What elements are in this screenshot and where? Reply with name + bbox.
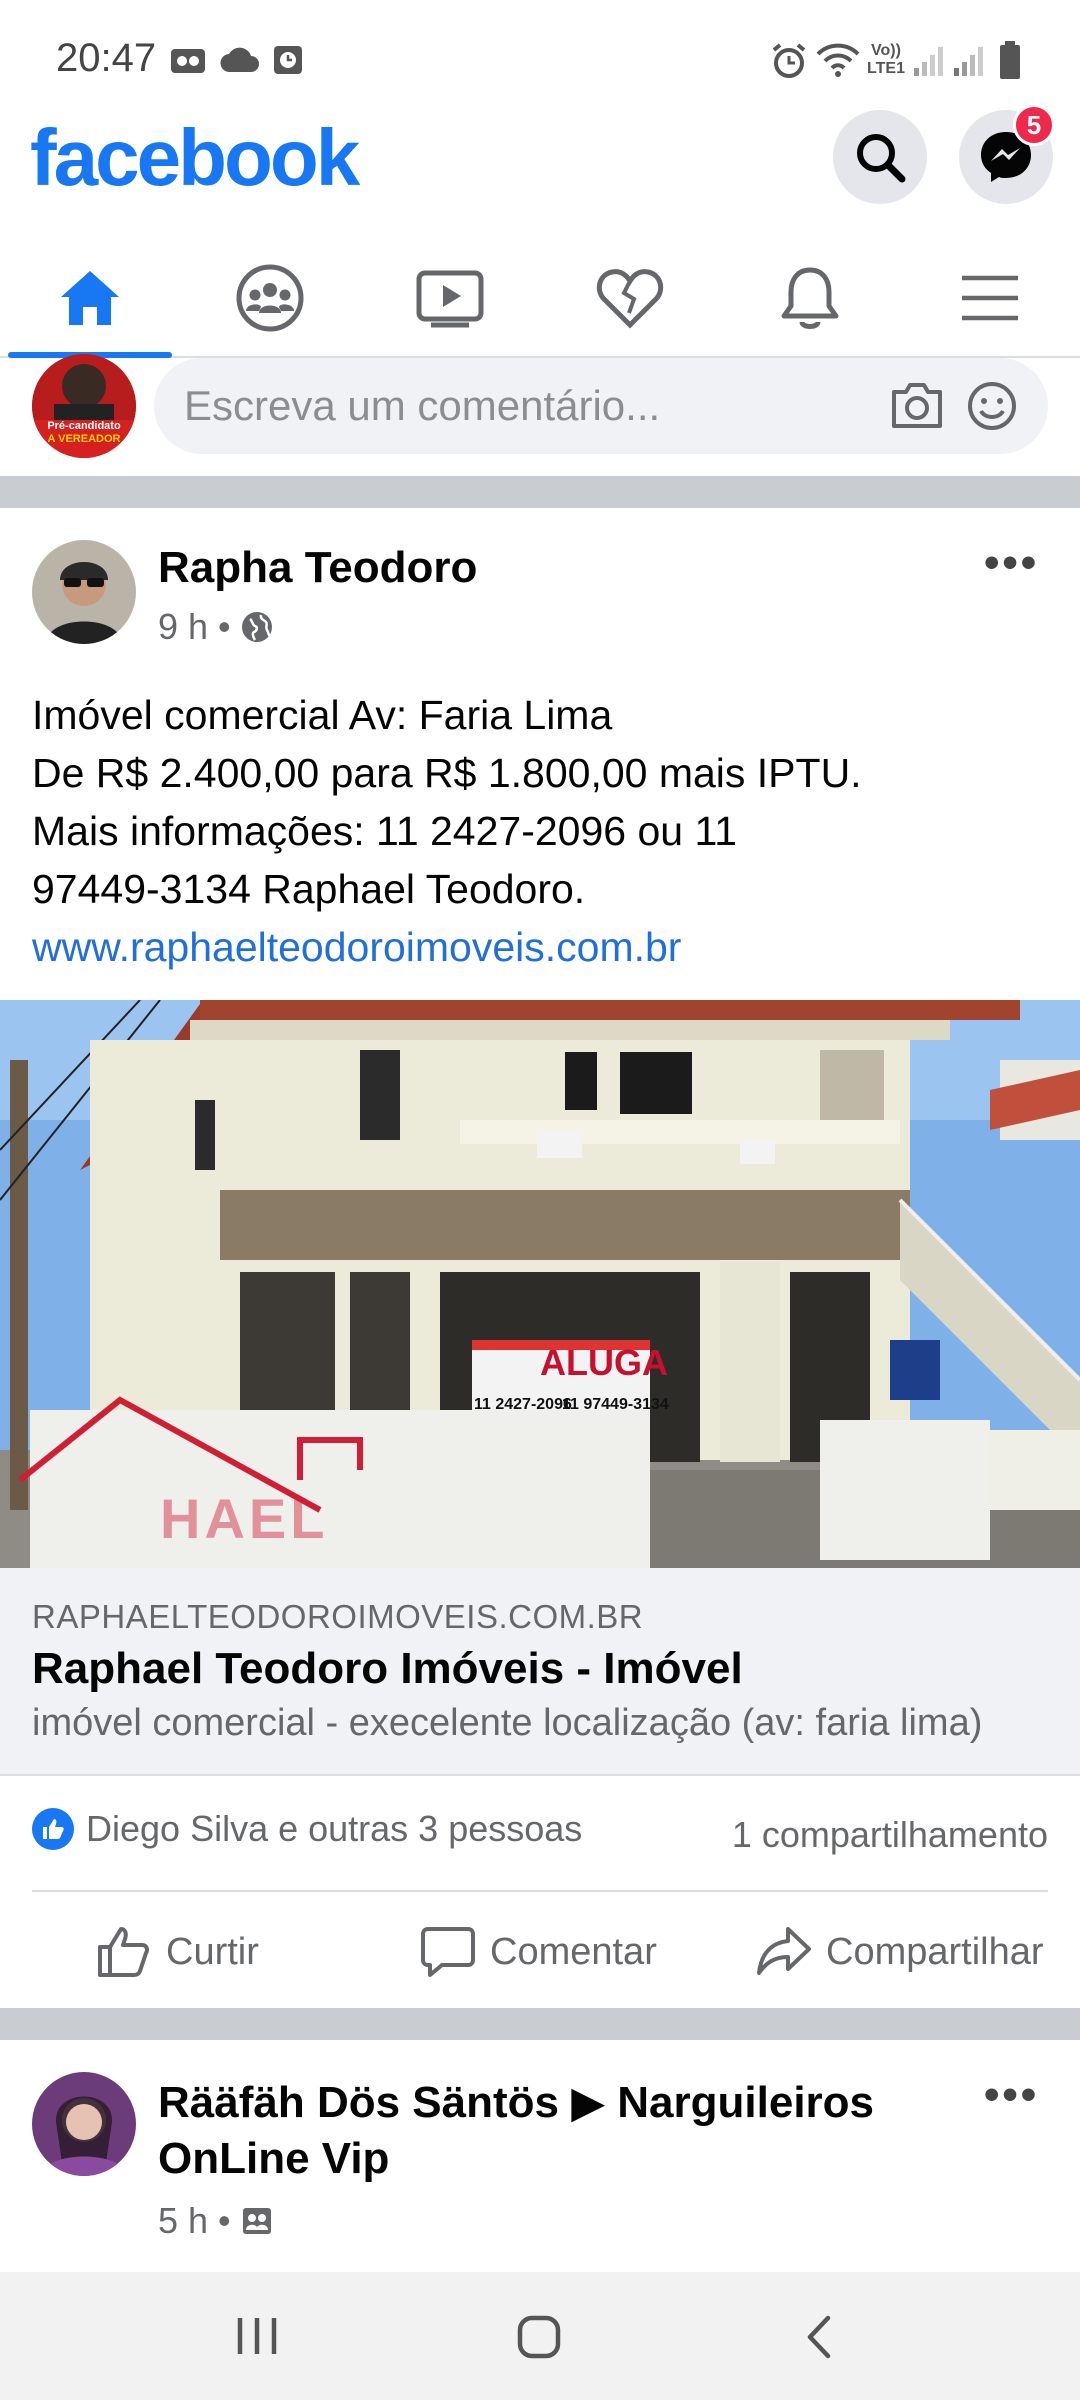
feed-separator: [0, 2008, 1080, 2040]
volte-label-bottom: LTE1: [867, 60, 905, 77]
sign-phone-2: 11 97449-3134: [562, 1396, 669, 1413]
post2-more-button[interactable]: •••: [984, 2070, 1039, 2120]
post-text-line: De R$ 2.400,00 para R$ 1.800,00 mais IPT…: [32, 750, 862, 796]
meta-dot: •: [218, 2200, 231, 2241]
avatar-caption-line2: A VEREADOR: [47, 433, 121, 445]
post-author-avatar[interactable]: [32, 540, 136, 644]
post2-author-avatar[interactable]: [32, 2072, 136, 2176]
post-text-line: Imóvel comercial Av: Faria Lima: [32, 692, 613, 738]
share-label: Compartilhar: [826, 1930, 1044, 1973]
clock-badge-icon: [274, 46, 302, 74]
tab-watch[interactable]: [360, 238, 540, 358]
meta-dot: •: [218, 606, 231, 647]
like-reaction-icon: [32, 1808, 74, 1850]
post2-author-line1: Rääfäh Dös Säntös ▶ Narguileiros: [158, 2078, 875, 2127]
main-tabs: [0, 238, 1080, 358]
alarm-icon: [772, 43, 806, 78]
shares-count[interactable]: 1 compartilhamento: [732, 1814, 1048, 1856]
post2-time[interactable]: 5 h: [158, 2200, 208, 2242]
post2-meta: 5 h •: [158, 2200, 273, 2242]
post-text-line: Mais informações: 11 2427-2096 ou 11: [32, 808, 738, 854]
comment-label: Comentar: [490, 1930, 657, 1973]
tab-menu[interactable]: [900, 238, 1080, 358]
messenger-button[interactable]: 5: [959, 104, 1055, 204]
share-icon: [757, 1927, 811, 1975]
hamburger-icon: [962, 275, 1018, 321]
camera-icon[interactable]: [890, 380, 944, 430]
sign-word: ALUGA: [540, 1342, 668, 1383]
battery-icon: [1000, 41, 1020, 79]
building-photo: [0, 1000, 1080, 1568]
signal-icon-1: [914, 47, 943, 76]
tab-notifications[interactable]: [720, 238, 900, 358]
home-button-icon[interactable]: [516, 2314, 562, 2360]
group-icon: [242, 2208, 271, 2234]
volte-indicator: Vo)) LTE1: [866, 42, 906, 78]
search-icon: [857, 134, 906, 183]
feed-separator: [0, 476, 1080, 508]
reactions-summary[interactable]: Diego Silva e outras 3 pessoas: [32, 1808, 582, 1850]
tab-dating[interactable]: [540, 238, 720, 358]
avatar-caption-line1: Pré-candidato: [47, 420, 121, 432]
post2-author-name[interactable]: Rääfäh Dös Säntös ▶ Narguileiros OnLine …: [158, 2075, 874, 2187]
comment-placeholder: Escreva um comentário...: [184, 382, 661, 429]
system-nav-bar: [0, 2272, 1080, 2400]
status-bar: 20:47 Vo)) LTE1: [0, 0, 1080, 120]
back-icon[interactable]: [804, 2314, 834, 2360]
share-button[interactable]: Compartilhar: [756, 1912, 1044, 1992]
link-description: imóvel comercial - execelente localizaçã…: [32, 1702, 983, 1744]
home-icon: [61, 271, 119, 325]
globe-icon: [241, 612, 272, 642]
post-link[interactable]: www.raphaelteodoroimoveis.com.br: [32, 918, 1052, 976]
video-icon: [416, 270, 484, 328]
post2-author-line2: OnLine Vip: [158, 2134, 390, 2183]
link-domain: RAPHAELTEODOROIMOVEIS.COM.BR: [32, 1598, 644, 1635]
wifi-icon: [816, 43, 860, 77]
post-more-button[interactable]: •••: [984, 538, 1039, 588]
sign-phone-1: 11 2427-2096: [474, 1396, 572, 1413]
actions-divider: [32, 1890, 1048, 1892]
recent-apps-icon[interactable]: [234, 2316, 280, 2356]
messenger-badge: 5: [1013, 104, 1055, 146]
signal-icon-2: [954, 47, 983, 76]
groups-icon: [236, 264, 304, 332]
comment-input[interactable]: Escreva um comentário...: [154, 358, 1048, 454]
author2-photo: [32, 2072, 136, 2176]
avatar-caption: Pré-candidato A VEREADOR: [32, 420, 136, 446]
comment-button[interactable]: Comentar: [420, 1912, 657, 1992]
post-text: Imóvel comercial Av: Faria Lima De R$ 2.…: [32, 686, 1052, 976]
voicemail-icon: [171, 49, 205, 73]
status-time: 20:47: [56, 36, 157, 80]
post-meta: 9 h •: [158, 606, 273, 648]
tab-home[interactable]: [0, 238, 180, 358]
author-photo: [32, 540, 136, 644]
thumbs-up-icon: [98, 1927, 149, 1977]
link-preview-card[interactable]: RAPHAELTEODOROIMOVEIS.COM.BR Raphael Teo…: [0, 1568, 1080, 1776]
emoji-icon[interactable]: [966, 380, 1018, 432]
like-label: Curtir: [166, 1930, 259, 1973]
reactions-text: Diego Silva e outras 3 pessoas: [86, 1808, 583, 1849]
like-button[interactable]: Curtir: [96, 1912, 259, 1992]
my-avatar[interactable]: Pré-candidato A VEREADOR: [32, 354, 136, 458]
post-text-line: 97449-3134 Raphael Teodoro.: [32, 866, 586, 912]
search-button[interactable]: [833, 110, 927, 204]
cloud-icon: [220, 47, 259, 73]
post-time[interactable]: 9 h: [158, 606, 208, 648]
post-image[interactable]: ALUGA 11 2427-2096 11 97449-3134 HAEL: [0, 1000, 1080, 1568]
post-author-name[interactable]: Rapha Teodoro: [158, 543, 477, 593]
bell-icon: [781, 267, 839, 329]
watermark-logo: HAEL: [160, 1487, 329, 1550]
facebook-logo[interactable]: facebook: [30, 112, 360, 204]
tab-groups[interactable]: [180, 238, 360, 358]
comment-icon: [421, 1927, 475, 1977]
link-title: Raphael Teodoro Imóveis - Imóvel: [32, 1644, 743, 1693]
heart-icon: [596, 269, 664, 329]
volte-label-top: Vo)): [871, 42, 901, 59]
